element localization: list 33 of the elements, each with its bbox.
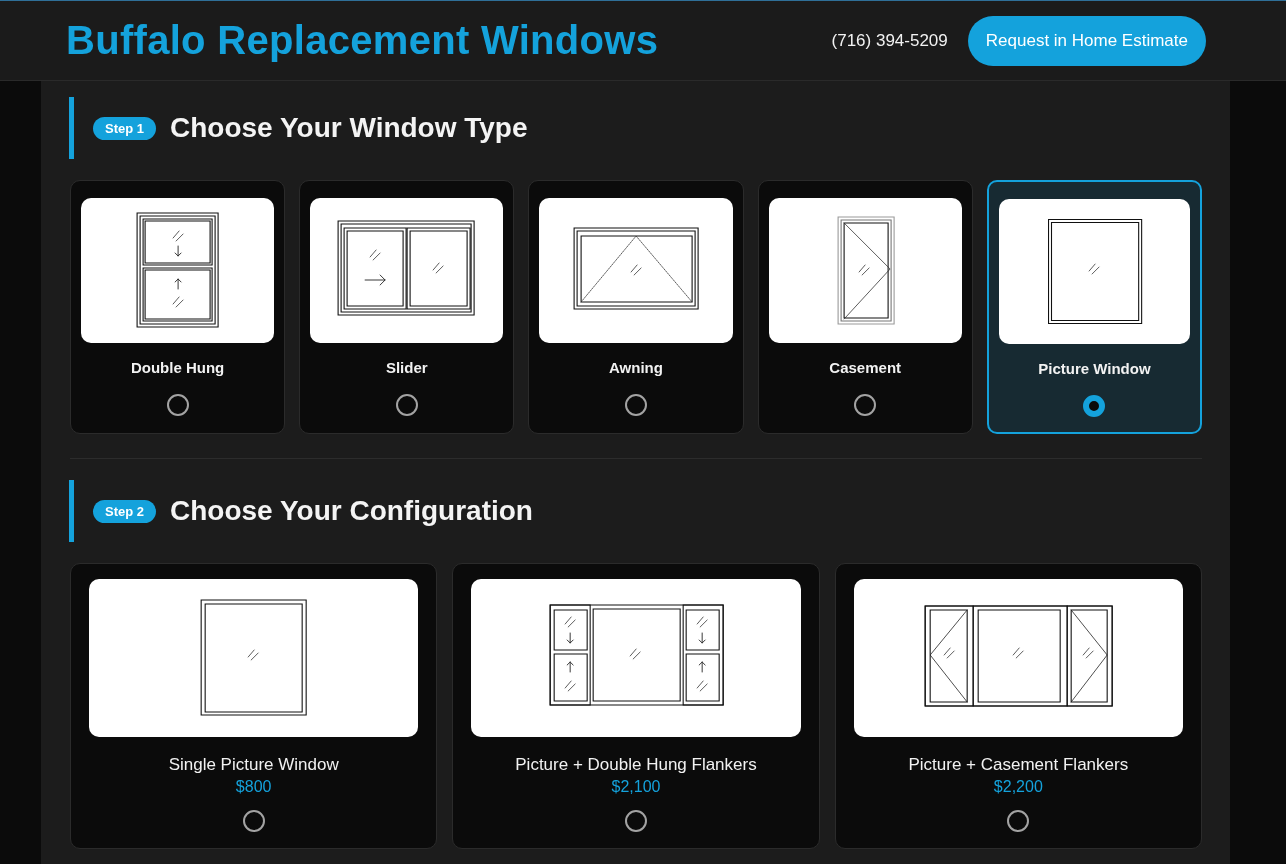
radio-button[interactable]	[854, 394, 877, 416]
step-title: Choose Your Configuration	[170, 495, 533, 527]
option-card[interactable]: Slider	[299, 180, 515, 434]
radio-button[interactable]	[395, 394, 418, 416]
step-title: Choose Your Window Type	[170, 112, 528, 144]
option-card[interactable]: Awning	[528, 180, 744, 434]
option-card[interactable]: Picture Window	[986, 180, 1202, 434]
option-price: $2,200	[993, 778, 1043, 796]
option-price: $2,100	[611, 778, 661, 796]
option-card[interactable]: Single Picture Window $800	[70, 563, 438, 849]
radio-button[interactable]	[625, 394, 647, 416]
option-card[interactable]: Double Hung	[70, 180, 286, 434]
option-label: Double Hung	[130, 358, 225, 378]
option-label: Awning	[609, 358, 663, 378]
option-label: Single Picture Window	[168, 755, 339, 775]
radio-button[interactable]	[625, 810, 647, 832]
step-badge: Step 2	[93, 499, 156, 523]
radio-button[interactable]	[242, 810, 265, 832]
radio-button[interactable]	[166, 394, 189, 416]
option-card[interactable]: Picture + Casement Flankers $2,200	[834, 563, 1202, 849]
option-label: Picture + Double Hung Flankers	[515, 755, 757, 775]
option-label: Casement	[829, 358, 902, 378]
option-label: Picture + Casement Flankers	[908, 755, 1129, 775]
phone-link[interactable]: (716) 394-5209	[831, 30, 948, 51]
step-badge: Step 1	[93, 116, 156, 140]
option-price: $800	[235, 778, 272, 796]
site-logo[interactable]: Buffalo Replacement Windows	[66, 18, 659, 63]
option-card[interactable]: Picture + Double Hung Flankers $2,100	[452, 563, 820, 849]
option-label: Slider	[385, 358, 428, 378]
radio-button[interactable]	[1083, 395, 1106, 417]
option-label: Picture Window	[1038, 359, 1151, 379]
option-card[interactable]: Casement	[757, 180, 973, 434]
radio-button[interactable]	[1007, 810, 1030, 832]
